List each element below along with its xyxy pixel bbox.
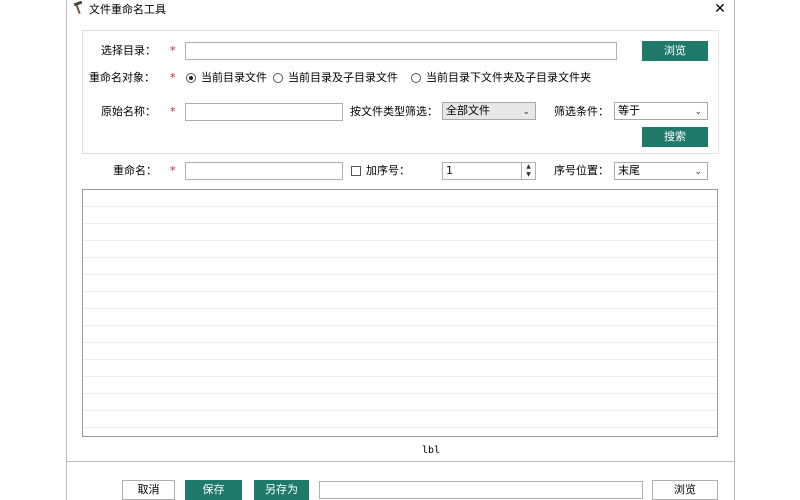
radio-label: 当前目录文件 (201, 71, 267, 84)
seq-value: 1 (446, 164, 453, 177)
hammer-icon (71, 0, 87, 17)
radio-button[interactable] (273, 73, 283, 83)
divider (67, 461, 734, 462)
condition-select[interactable]: 等于 ⌄ (614, 102, 708, 120)
spin-buttons[interactable]: ▲ ▼ (521, 163, 535, 179)
required-mark: * (170, 44, 176, 57)
orig-name-label: 原始名称： (101, 105, 156, 118)
required-mark: * (170, 71, 176, 84)
condition-label: 筛选条件： (554, 105, 609, 118)
required-mark: * (170, 105, 176, 118)
seq-pos-value: 末尾 (618, 164, 640, 177)
radio-button[interactable] (186, 73, 196, 83)
seq-pos-label: 序号位置： (554, 164, 609, 177)
rename-input[interactable] (185, 162, 343, 180)
chevron-down-icon: ⌄ (694, 107, 702, 117)
radio-label: 当前目录及子目录文件 (288, 71, 398, 84)
browse-save-button[interactable]: 浏览 (652, 480, 718, 500)
target-label: 重命名对象： (89, 71, 155, 84)
directory-input[interactable] (185, 42, 617, 60)
type-filter-value: 全部文件 (446, 104, 490, 117)
status-label: lbl (422, 445, 441, 456)
radio-label: 当前目录下文件夹及子目录文件夹 (426, 71, 591, 84)
spin-down-icon[interactable]: ▼ (522, 171, 535, 179)
required-mark: * (170, 164, 176, 177)
type-filter-label: 按文件类型筛选： (350, 105, 438, 118)
browse-dir-button[interactable]: 浏览 (642, 41, 708, 61)
save-button[interactable]: 保存 (185, 480, 242, 500)
save-path-input[interactable] (319, 481, 643, 499)
spin-up-icon[interactable]: ▲ (522, 163, 535, 171)
condition-value: 等于 (618, 104, 640, 117)
type-filter-select[interactable]: 全部文件 ⌄ (442, 102, 536, 120)
save-as-button[interactable]: 另存为 (254, 480, 309, 500)
seq-spinner[interactable]: 1 ▲ ▼ (442, 162, 536, 180)
seq-position-select[interactable]: 末尾 ⌄ (614, 162, 708, 180)
title-bar: 文件重命名工具 ✕ (67, 0, 734, 20)
chevron-down-icon: ⌄ (694, 167, 702, 177)
window-title: 文件重命名工具 (89, 3, 166, 16)
radio-button[interactable] (411, 73, 421, 83)
rename-label: 重命名： (113, 164, 157, 177)
file-list[interactable] (82, 189, 718, 437)
checkbox[interactable] (351, 166, 361, 176)
search-button[interactable]: 搜索 (642, 127, 708, 147)
chevron-down-icon: ⌄ (522, 107, 530, 117)
app-window: 文件重命名工具 ✕ 选择目录： * 浏览 重命名对象： * 当前目录文件 当前目… (66, 0, 735, 500)
close-icon[interactable]: ✕ (709, 0, 731, 18)
original-name-input[interactable] (185, 103, 343, 121)
dir-label: 选择目录： (101, 44, 156, 57)
cancel-button[interactable]: 取消 (122, 480, 175, 500)
add-seq-label: 加序号： (366, 164, 410, 177)
